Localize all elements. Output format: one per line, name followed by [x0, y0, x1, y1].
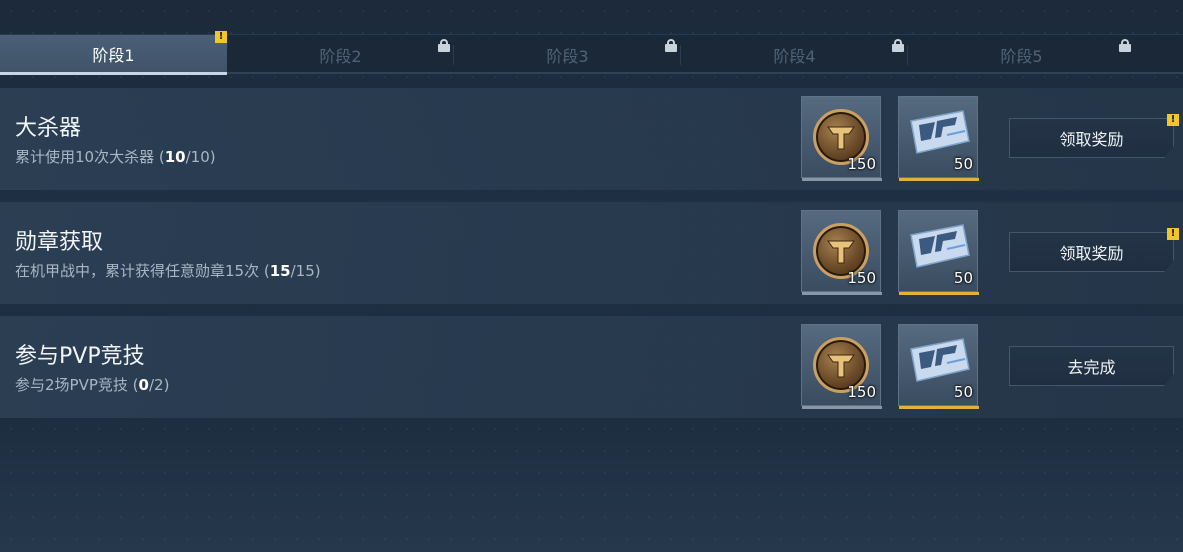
reward-quantity: 50	[953, 155, 973, 173]
reward-slot-ticket[interactable]: 50	[898, 96, 979, 181]
reward-quantity: 150	[847, 383, 876, 401]
go-complete-button[interactable]: 去完成	[1009, 346, 1174, 386]
tab-label: 阶段5	[1000, 47, 1043, 66]
exclamation-badge-icon: !	[1167, 114, 1179, 126]
stage-tab-bar: 阶段1 ! 阶段2 阶段3 阶段4 阶段5	[0, 31, 1183, 75]
claim-reward-button[interactable]: 领取奖励	[1009, 232, 1174, 272]
task-row: 勋章获取 在机甲战中，累计获得任意勋章15次 (15/15) 150 50 领取…	[0, 202, 1183, 304]
lock-icon	[1119, 39, 1131, 52]
task-row: 参与PVP竞技 参与2场PVP竞技 (0/2) 150 50 去完成	[0, 316, 1183, 418]
reward-quantity: 150	[847, 155, 876, 173]
reward-slot-ticket[interactable]: 50	[898, 210, 979, 295]
exclamation-badge-icon: !	[1167, 228, 1179, 240]
blue-ticket-icon	[910, 110, 970, 154]
exclamation-badge-icon: !	[215, 31, 227, 43]
reward-quantity: 50	[953, 383, 973, 401]
blue-ticket-icon	[910, 224, 970, 268]
tab-stage-3[interactable]: 阶段3	[454, 35, 681, 75]
tab-label: 阶段2	[319, 47, 362, 66]
task-description: 在机甲战中，累计获得任意勋章15次 (15/15)	[15, 262, 321, 280]
task-title: 参与PVP竞技	[15, 344, 145, 369]
task-row: 大杀器 累计使用10次大杀器 (10/10) 150 50 领取奖励 !	[0, 88, 1183, 190]
task-description: 累计使用10次大杀器 (10/10)	[15, 148, 216, 166]
task-title: 勋章获取	[15, 230, 104, 255]
blue-ticket-icon	[910, 338, 970, 382]
tab-stage-1[interactable]: 阶段1 !	[0, 31, 227, 75]
reward-slot-emblem[interactable]: 150	[801, 324, 882, 409]
lock-icon	[438, 39, 450, 52]
tab-label: 阶段3	[546, 47, 589, 66]
tab-label: 阶段1	[92, 45, 135, 65]
tab-stage-4[interactable]: 阶段4	[681, 35, 908, 75]
claim-reward-button[interactable]: 领取奖励	[1009, 118, 1174, 158]
reward-slot-emblem[interactable]: 150	[801, 96, 882, 181]
reward-quantity: 150	[847, 269, 876, 287]
lock-icon	[892, 39, 904, 52]
tab-stage-5[interactable]: 阶段5	[908, 35, 1135, 75]
reward-slot-emblem[interactable]: 150	[801, 210, 882, 295]
lock-icon	[665, 39, 677, 52]
reward-slot-ticket[interactable]: 50	[898, 324, 979, 409]
tab-stage-2[interactable]: 阶段2	[227, 35, 454, 75]
task-description: 参与2场PVP竞技 (0/2)	[15, 376, 170, 394]
task-title: 大杀器	[15, 116, 82, 141]
tab-label: 阶段4	[773, 47, 816, 66]
reward-quantity: 50	[953, 269, 973, 287]
